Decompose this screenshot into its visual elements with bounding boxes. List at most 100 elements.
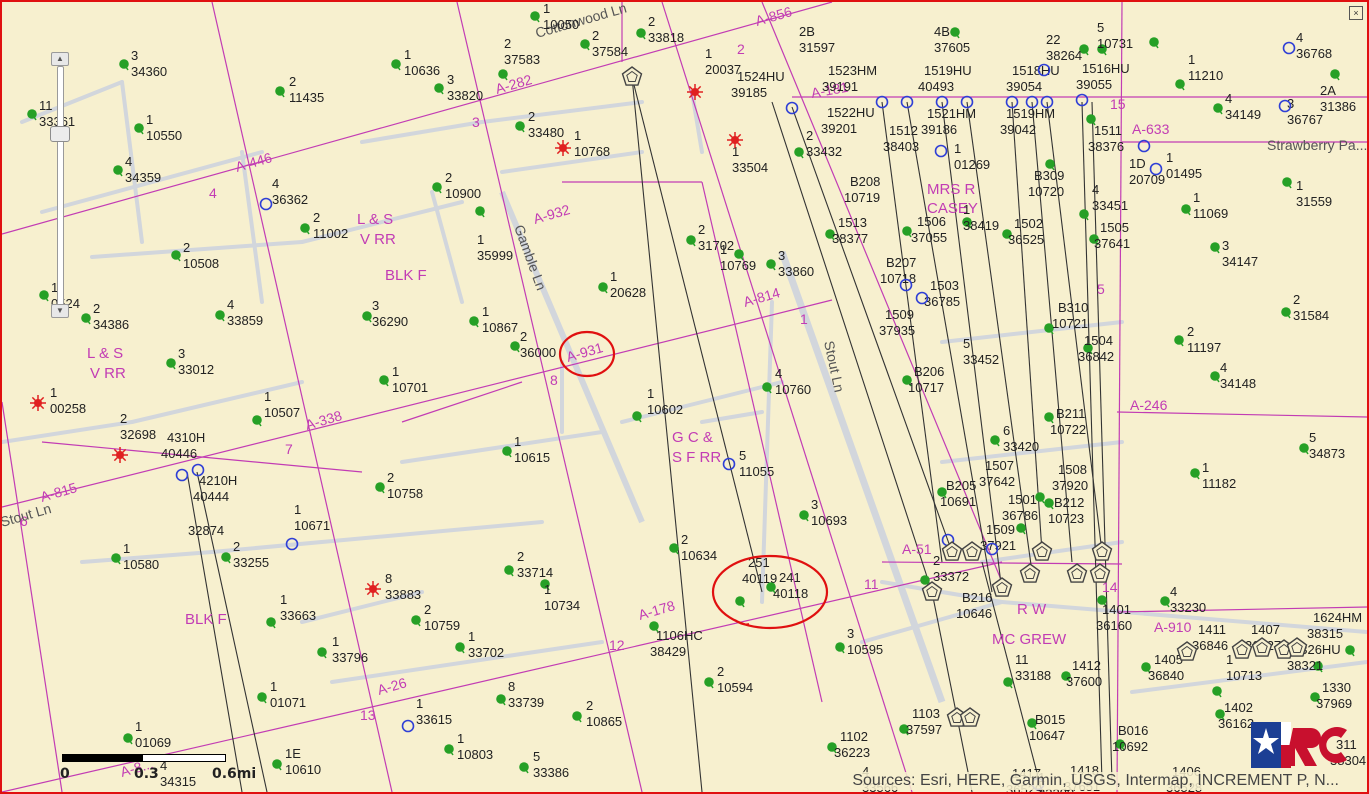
well-number: 1 — [123, 541, 130, 556]
well-api-number: 10713 — [1226, 668, 1262, 683]
scale-bar: 0 0.3 0.6mi — [60, 754, 256, 784]
scale-segment-light — [142, 754, 226, 762]
well-label: 1512 38403 — [883, 123, 919, 154]
well-label: 1519HU 40493 — [918, 63, 972, 94]
well-label: 1E 10610 — [285, 746, 321, 777]
well-dot — [379, 375, 389, 385]
well-dot — [580, 39, 590, 49]
well-number: 1 — [482, 304, 489, 319]
well-number: 1 — [294, 502, 301, 517]
survey-label: A-910 — [1154, 619, 1192, 635]
well-api-number: 11210 — [1188, 68, 1223, 83]
block-label: MC GREW — [992, 631, 1067, 648]
well-number: 1412 — [1072, 658, 1101, 673]
well-api-number: 10717 — [908, 380, 944, 395]
close-icon[interactable]: × — [1349, 6, 1363, 20]
well-api-number: 33452 — [963, 352, 999, 367]
wellbore-path — [186, 471, 243, 792]
well-label: 2B 31597 — [799, 24, 835, 55]
well-number: 1E — [285, 746, 301, 761]
well-api-number: 33860 — [778, 264, 814, 279]
zoom-slider[interactable]: ▲ ▼ — [50, 52, 70, 320]
well-api-number: 10701 — [392, 380, 428, 395]
well-dot — [113, 165, 123, 175]
well-api-number: 33883 — [385, 587, 421, 602]
well-number: 1 — [392, 364, 399, 379]
well-number: 241 — [779, 570, 801, 585]
section-number: 11 — [864, 576, 879, 592]
well-number: 1 — [954, 141, 961, 156]
well-number: 2 — [698, 222, 705, 237]
pentagon-outer — [959, 707, 981, 727]
well-dot — [300, 223, 310, 233]
well-api-number: 39054 — [1006, 79, 1042, 94]
well-api-number: 33663 — [280, 608, 316, 623]
well-label: 2 10758 — [387, 470, 423, 501]
well-dot — [317, 647, 327, 657]
well-dot — [704, 677, 714, 687]
well-dot — [920, 575, 930, 585]
permit-location-icon — [934, 144, 948, 158]
well-label: 1 10507 — [264, 389, 300, 420]
well-number: 1407 — [1251, 622, 1280, 637]
well-number: 1505 — [1100, 220, 1129, 235]
well-number: 2 — [806, 128, 813, 143]
zoom-out-arrow-icon[interactable]: ▼ — [51, 304, 69, 318]
well-dot — [799, 510, 809, 520]
well-api-number: 10768 — [574, 144, 610, 159]
well-number: B015 — [1035, 712, 1065, 727]
well-number: 1512 — [889, 123, 918, 138]
well-number: 3 — [447, 72, 454, 87]
horizontal-well-surface-icon — [1031, 541, 1053, 561]
well-api-number: 38419 — [963, 218, 999, 233]
map-canvas[interactable]: A-856A-282 A-181A-446A-932A-814A-931A-338… — [2, 2, 1367, 792]
well-number: 1504 — [1084, 333, 1113, 348]
well-number: 1 — [332, 634, 339, 649]
well-label: 4 33451 — [1092, 182, 1128, 213]
well-number: 2 — [504, 36, 511, 51]
well-number: 2 — [681, 532, 688, 547]
well-number: 2 — [1293, 292, 1300, 307]
scale-label-0: 0 — [60, 766, 70, 782]
pentagon-outer — [621, 66, 643, 86]
well-number: 2 — [313, 210, 320, 225]
well-api-number: 01069 — [135, 735, 171, 750]
well-api-number: 33432 — [806, 144, 842, 159]
well-number: 1 — [574, 128, 581, 143]
zoom-thumb[interactable] — [50, 126, 70, 142]
well-dot — [81, 313, 91, 323]
well-number: 1524HU — [737, 69, 785, 84]
well-dot — [1213, 103, 1223, 113]
wellbore-path — [906, 101, 993, 593]
zoom-in-arrow-icon[interactable]: ▲ — [51, 52, 69, 66]
well-api-number: 10636 — [404, 63, 440, 78]
well-number: 1 — [647, 386, 654, 401]
section-number: 3 — [472, 114, 480, 130]
well-number: B205 — [946, 478, 976, 493]
well-dot — [1281, 307, 1291, 317]
well-api-number: 10721 — [1052, 316, 1088, 331]
well-label: 2 37584 — [592, 28, 628, 59]
zoom-track[interactable] — [57, 66, 64, 308]
well-number: B207 — [886, 255, 916, 270]
well-api-number: 10719 — [844, 190, 880, 205]
well-number: 4 — [1092, 182, 1099, 197]
well-api-number: 11182 — [1202, 476, 1236, 491]
well-label: 1504 36842 — [1078, 333, 1114, 364]
well-label: 1506 37055 — [911, 214, 947, 245]
well-api-number: 36290 — [372, 314, 408, 329]
section-number: 7 — [285, 441, 293, 457]
well-label: 1 01269 — [954, 141, 990, 172]
well-label: 2 37583 — [504, 36, 540, 67]
well-dot — [1044, 412, 1054, 422]
well-api-number: 34360 — [131, 64, 167, 79]
dry-hole-icon — [112, 447, 128, 463]
block-label: R W — [1017, 601, 1047, 618]
well-dot — [686, 235, 696, 245]
block-label: V RR — [360, 231, 396, 248]
well-label: 1412 37600 — [1066, 658, 1102, 689]
well-label: 1 10550 — [146, 112, 182, 143]
well-label: 2 10594 — [717, 664, 753, 695]
well-label: 1 10803 — [457, 731, 493, 762]
well-api-number: 10671 — [294, 518, 330, 533]
